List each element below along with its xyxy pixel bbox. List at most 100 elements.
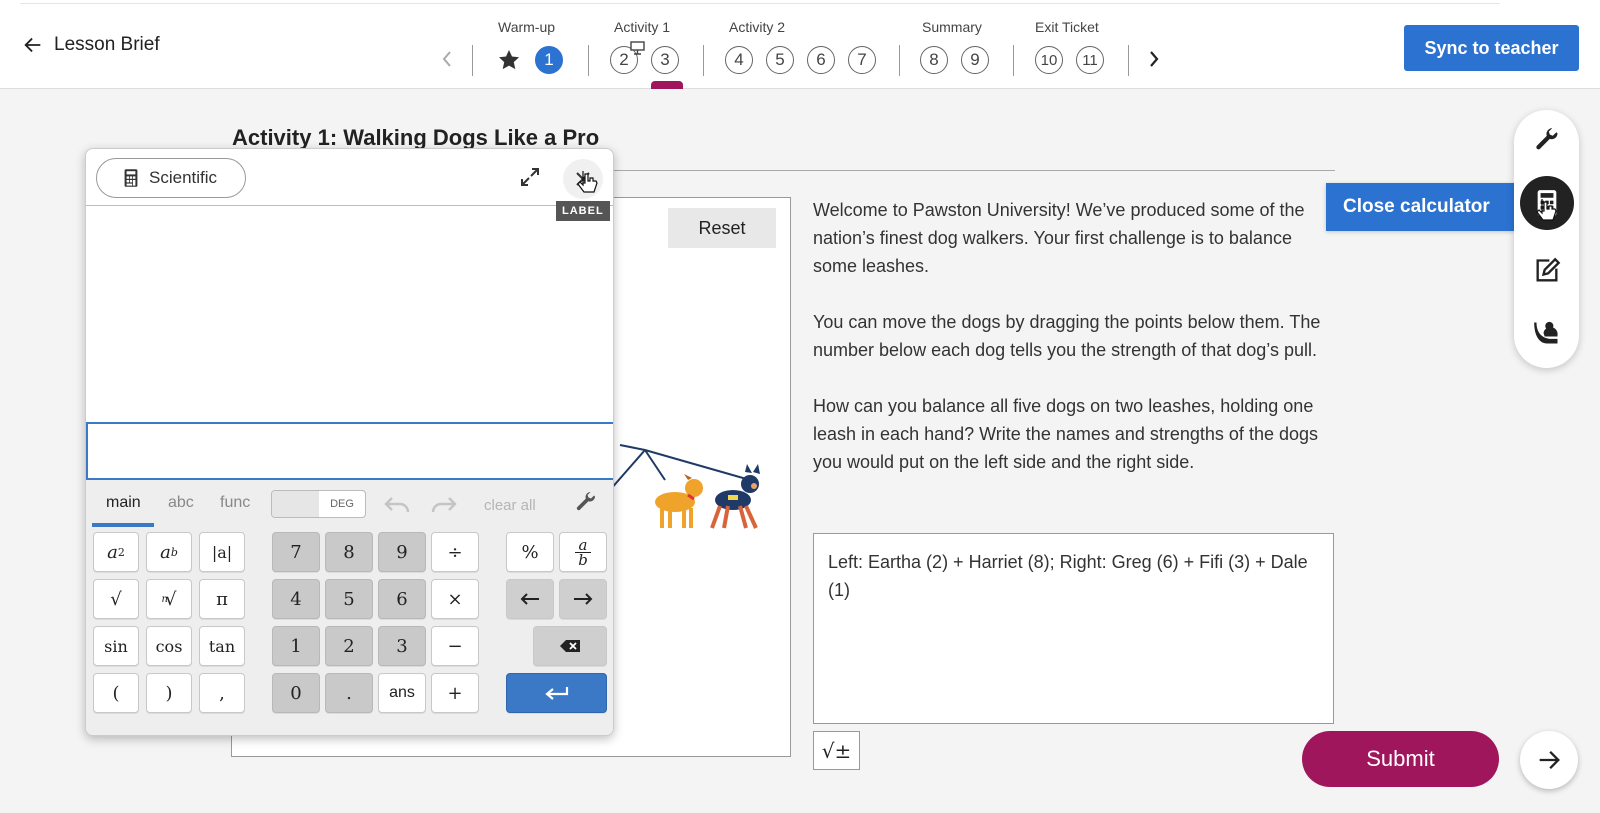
rad-option[interactable]: [272, 491, 319, 517]
answer-textarea[interactable]: Left: Eartha (2) + Harriet (8); Right: G…: [813, 533, 1334, 724]
calculator-keypad: main abc func DEG clear all ( a2 ab |a| …: [86, 480, 613, 735]
key-6[interactable]: 6: [378, 579, 426, 619]
top-navigation-bar: Lesson Brief Warm-up Activity 1 Activity…: [0, 0, 1600, 89]
key-2[interactable]: 2: [325, 626, 373, 666]
prompt-paragraph: Welcome to Pawston University! We’ve pro…: [813, 200, 1305, 276]
keypad-tab-main[interactable]: main: [106, 494, 141, 512]
key-minus[interactable]: −: [431, 626, 479, 666]
key-cursor-left[interactable]: [506, 579, 554, 619]
key-0[interactable]: 0: [272, 673, 320, 713]
key-nth-root[interactable]: n √: [146, 579, 192, 619]
key-enter[interactable]: [506, 673, 607, 713]
key-cos[interactable]: cos: [146, 626, 192, 666]
key-fraction[interactable]: ab: [559, 532, 607, 572]
activity-prompt: Welcome to Pawston University! We’ve pro…: [813, 196, 1333, 504]
key-a-squared[interactable]: a2: [93, 532, 139, 572]
step-8[interactable]: 8: [920, 46, 948, 74]
arrow-right-icon: [574, 593, 593, 605]
key-9[interactable]: 9: [378, 532, 426, 572]
step-6[interactable]: 6: [807, 46, 835, 74]
navy-dog: [710, 464, 760, 529]
prompt-paragraph: You can move the dogs by dragging the po…: [813, 312, 1321, 360]
key-8[interactable]: 8: [325, 532, 373, 572]
next-screen-button[interactable]: [1520, 731, 1578, 789]
tooltip: LABEL: [556, 201, 610, 221]
clear-all-button[interactable]: clear all: [484, 497, 536, 514]
key-backspace[interactable]: [533, 626, 607, 666]
step-7[interactable]: 7: [848, 46, 876, 74]
redo-icon[interactable]: [429, 492, 459, 516]
nav-divider: [1013, 45, 1014, 76]
key-absolute-value[interactable]: |a|: [199, 532, 245, 572]
tool-notes[interactable]: [1514, 243, 1579, 299]
key-open-paren[interactable]: (: [93, 673, 139, 713]
nav-group-summary: Summary: [922, 19, 982, 35]
step-9[interactable]: 9: [961, 46, 989, 74]
key-square-root[interactable]: √: [93, 579, 139, 619]
key-comma[interactable]: ,: [199, 673, 245, 713]
enter-icon: [544, 687, 568, 700]
step-1[interactable]: 1: [535, 46, 563, 74]
arrow-left-icon: [520, 593, 539, 605]
active-tab-underline: [92, 523, 154, 527]
reset-button[interactable]: Reset: [668, 208, 776, 248]
key-tan[interactable]: tan: [199, 626, 245, 666]
key-1[interactable]: 1: [272, 626, 320, 666]
step-10[interactable]: 10: [1035, 46, 1063, 74]
key-percent[interactable]: %: [506, 532, 554, 572]
keypad-tab-func[interactable]: func: [220, 494, 250, 512]
step-3[interactable]: 3: [651, 46, 679, 74]
top-divider: [20, 0, 1500, 4]
pointer-cursor-icon: [1536, 199, 1557, 221]
warm-up-star-step[interactable]: [495, 46, 523, 74]
sync-to-teacher-button[interactable]: Sync to teacher: [1404, 25, 1579, 71]
key-4[interactable]: 4: [272, 579, 320, 619]
current-position-indicator: [651, 81, 683, 89]
calculator-header: Scientific: [86, 149, 613, 206]
key-sin[interactable]: sin: [93, 626, 139, 666]
calculator-mode-button[interactable]: Scientific: [96, 158, 246, 198]
submit-button[interactable]: Submit: [1302, 731, 1499, 787]
hand-raise-icon: [1533, 321, 1558, 344]
nav-group-warm-up: Warm-up: [498, 19, 556, 35]
nav-divider: [703, 45, 704, 76]
undo-icon[interactable]: [382, 492, 412, 516]
tool-hand-raise[interactable]: [1514, 305, 1579, 361]
nav-prev-button[interactable]: [438, 48, 456, 70]
keypad-tab-abc[interactable]: abc: [168, 494, 194, 512]
key-3[interactable]: 3: [378, 626, 426, 666]
key-5[interactable]: 5: [325, 579, 373, 619]
arrow-right-icon: [1539, 751, 1560, 769]
math-input-button[interactable]: √±: [813, 731, 860, 770]
key-decimal[interactable]: .: [325, 673, 373, 713]
back-to-lesson-brief-link[interactable]: Lesson Brief: [22, 34, 160, 56]
step-11[interactable]: 11: [1076, 46, 1104, 74]
key-divide[interactable]: ÷: [431, 532, 479, 572]
back-link-label: Lesson Brief: [54, 34, 160, 55]
calculator-expression-input[interactable]: [86, 422, 613, 480]
tool-settings[interactable]: [1514, 113, 1579, 169]
key-ans[interactable]: ans: [378, 673, 426, 713]
expand-icon[interactable]: [518, 165, 542, 189]
key-pi[interactable]: π: [199, 579, 245, 619]
key-7[interactable]: 7: [272, 532, 320, 572]
deg-option[interactable]: DEG: [319, 491, 365, 517]
key-cursor-right[interactable]: [559, 579, 607, 619]
calculator-history: [86, 206, 613, 422]
nav-divider: [1128, 45, 1129, 76]
close-calculator-button[interactable]: Close calculator: [1326, 183, 1516, 231]
backspace-icon: [560, 640, 580, 652]
angle-unit-toggle[interactable]: DEG: [271, 490, 366, 518]
prompt-paragraph: How can you balance all five dogs on two…: [813, 396, 1318, 472]
key-close-paren[interactable]: ): [146, 673, 192, 713]
step-4[interactable]: 4: [725, 46, 753, 74]
nav-divider: [588, 45, 589, 76]
key-plus[interactable]: +: [431, 673, 479, 713]
chevron-left-icon: [442, 51, 451, 67]
nav-next-button[interactable]: [1145, 48, 1163, 70]
key-multiply[interactable]: ×: [431, 579, 479, 619]
wrench-icon[interactable]: [574, 491, 598, 515]
step-5[interactable]: 5: [766, 46, 794, 74]
key-a-power-b[interactable]: ab: [146, 532, 192, 572]
nav-group-exit-ticket: Exit Ticket: [1035, 19, 1099, 35]
